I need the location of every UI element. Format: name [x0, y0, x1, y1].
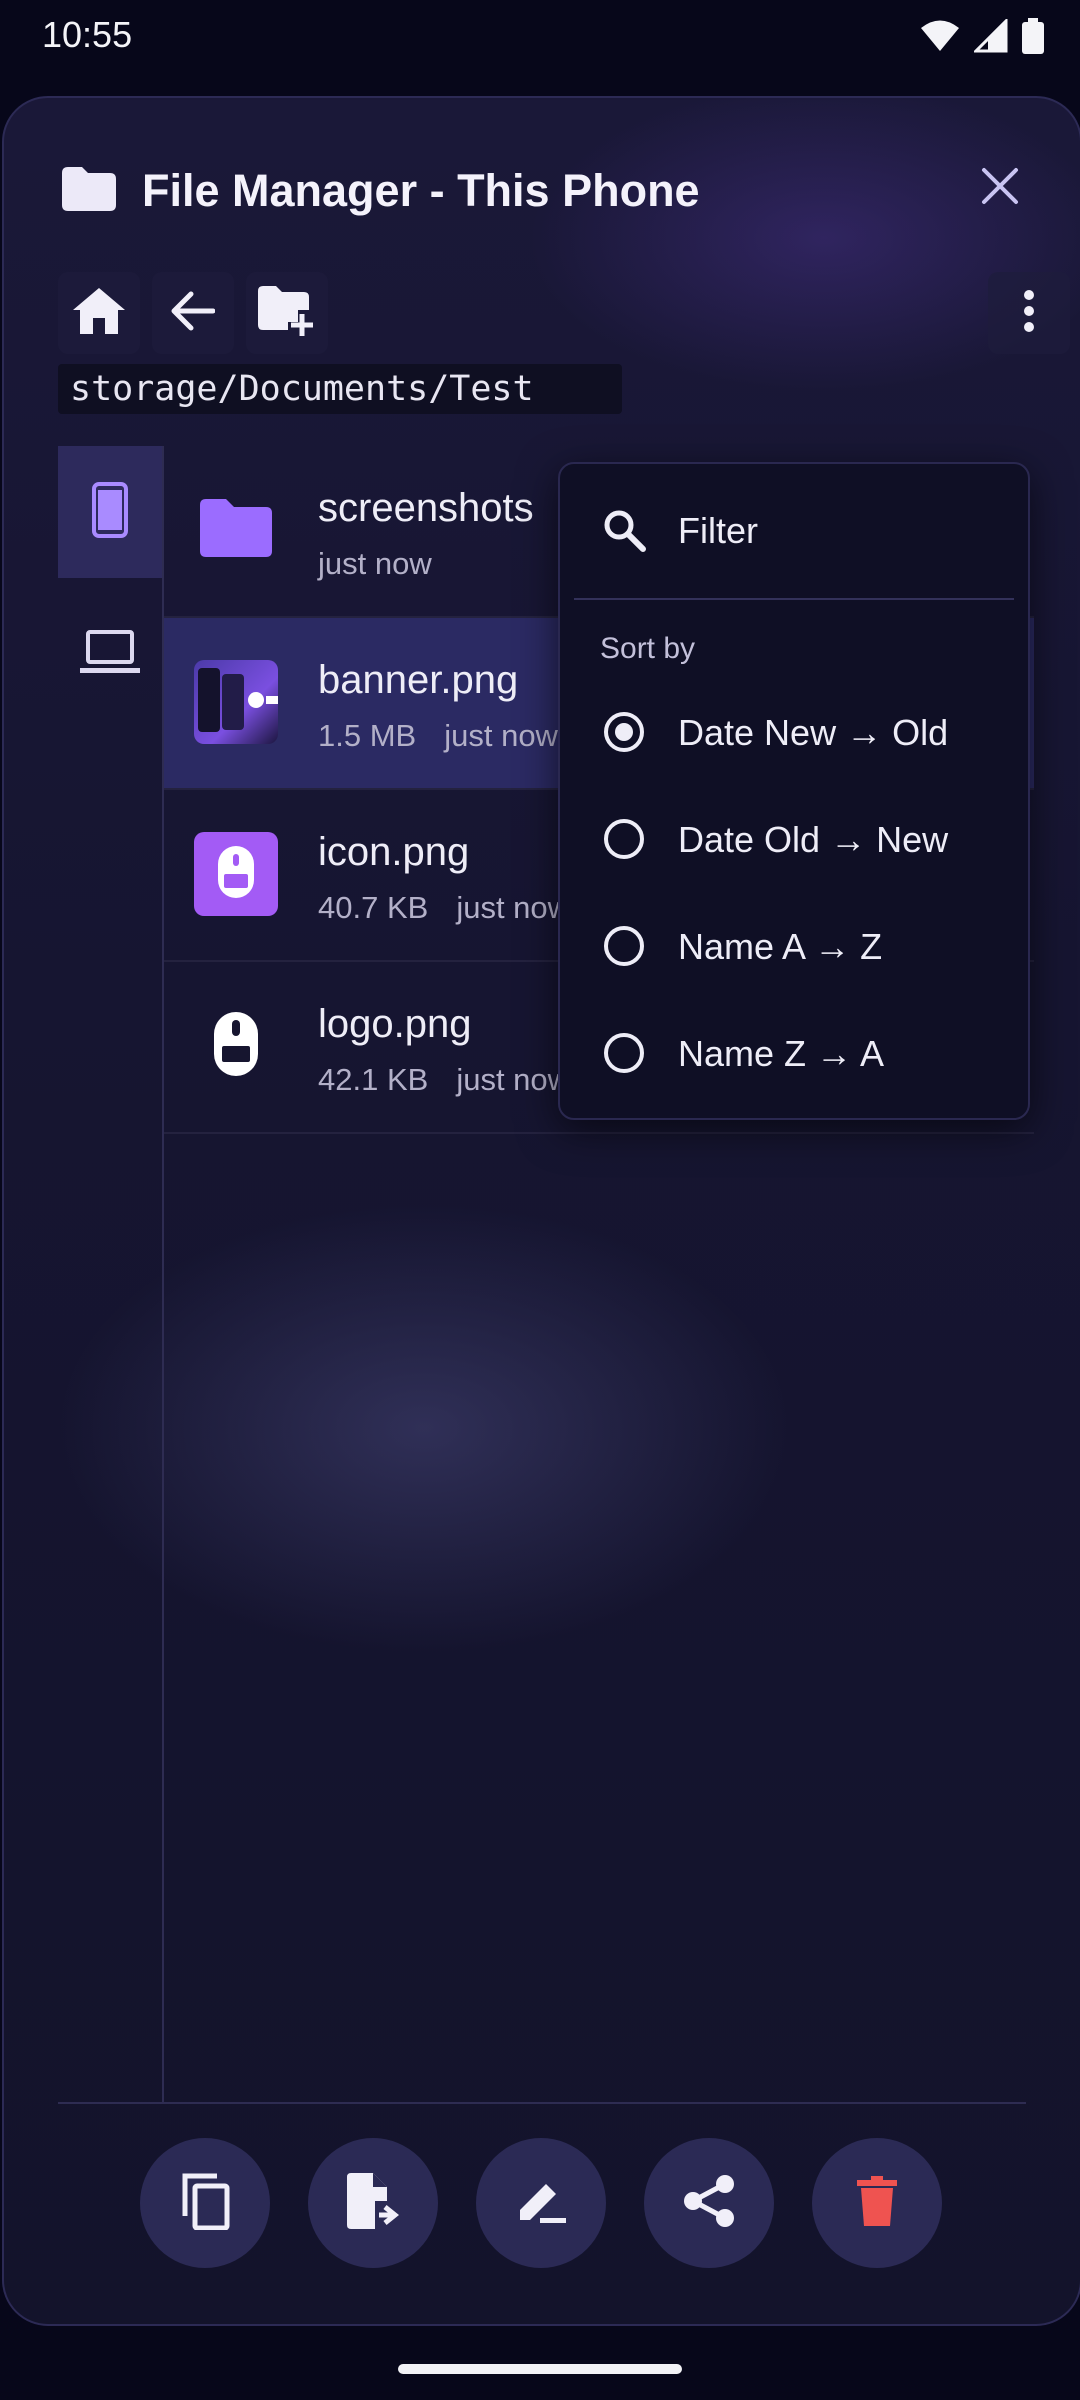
sort-filter-menu: Filter Sort by Date New → Old Date Old →… — [558, 462, 1030, 1120]
action-bar — [140, 2138, 944, 2268]
move-button[interactable] — [308, 2138, 438, 2268]
window-title: File Manager - This Phone — [142, 165, 700, 216]
sort-option-date-new-old[interactable]: Date New → Old — [560, 682, 1028, 782]
more-vert-icon — [1023, 289, 1035, 338]
rename-icon — [516, 2178, 566, 2229]
wifi-icon — [920, 19, 960, 58]
file-manager-window: File Manager - This Phone storage/Docume… — [2, 96, 1080, 2326]
storage-rail — [58, 446, 164, 2102]
sort-option-label: Date New → Old — [678, 712, 949, 753]
battery-icon — [1022, 18, 1044, 59]
filter-label: Filter — [678, 510, 758, 551]
status-bar: 10:55 — [0, 0, 1080, 72]
file-size: 42.1 KB — [318, 1062, 429, 1097]
sort-option-name-a-z[interactable]: Name A → Z — [560, 896, 1028, 996]
file-time: just now — [456, 890, 571, 925]
file-meta: 40.7 KB just now — [318, 890, 570, 926]
file-meta: 42.1 KB just now — [318, 1062, 570, 1098]
file-size: 1.5 MB — [318, 718, 417, 753]
rename-button[interactable] — [476, 2138, 606, 2268]
file-time: just now — [318, 546, 432, 581]
phone-icon — [92, 481, 128, 543]
title-row: File Manager - This Phone — [62, 156, 700, 226]
file-time: just now — [444, 718, 558, 753]
laptop-icon — [80, 629, 140, 679]
back-arrow-icon — [171, 291, 216, 336]
copy-button[interactable] — [140, 2138, 270, 2268]
file-meta: 1.5 MB just now — [318, 718, 558, 754]
file-name: icon.png — [318, 830, 470, 874]
status-time: 10:55 — [42, 14, 133, 55]
radio-button[interactable] — [604, 819, 644, 859]
cell-signal-icon — [972, 17, 1008, 58]
status-icons — [920, 17, 1044, 59]
image-thumbnail-icon — [194, 660, 278, 744]
rail-item-phone[interactable] — [58, 446, 162, 578]
home-icon — [73, 287, 125, 339]
file-time: just now — [456, 1062, 571, 1097]
sort-option-label: Date Old → New — [678, 819, 949, 860]
share-icon — [683, 2174, 735, 2233]
home-button[interactable] — [58, 272, 140, 354]
file-thumbnail — [194, 488, 278, 572]
radio-button[interactable] — [604, 1033, 644, 1073]
bottom-divider — [58, 2102, 1026, 2104]
sort-option-label: Name Z → A — [678, 1033, 885, 1074]
sort-option-label: Name A → Z — [678, 926, 883, 967]
file-name: logo.png — [318, 1002, 472, 1046]
delete-icon — [857, 2175, 897, 2231]
mouse-keyboard-icon — [216, 844, 256, 905]
copy-icon — [179, 2172, 231, 2235]
share-button[interactable] — [644, 2138, 774, 2268]
rail-item-laptop[interactable] — [58, 588, 162, 720]
sort-option-name-z-a[interactable]: Name Z → A — [560, 1003, 1028, 1103]
back-button[interactable] — [152, 272, 234, 354]
file-thumbnail — [194, 1004, 278, 1088]
delete-button[interactable] — [812, 2138, 942, 2268]
file-size: 40.7 KB — [318, 890, 429, 925]
file-meta: just now — [318, 546, 432, 582]
folder-icon — [62, 166, 116, 216]
file-name: screenshots — [318, 486, 534, 530]
radio-button[interactable] — [604, 926, 644, 966]
close-button[interactable] — [970, 158, 1030, 218]
new-folder-icon — [258, 285, 316, 341]
file-thumbnail — [194, 832, 278, 916]
new-folder-button[interactable] — [246, 272, 328, 354]
mouse-keyboard-icon — [212, 1010, 260, 1083]
file-thumbnail — [194, 660, 278, 744]
folder-icon — [200, 498, 272, 562]
sort-heading: Sort by — [600, 632, 696, 665]
path-breadcrumb: storage/Documents/Test — [58, 364, 622, 414]
home-indicator[interactable] — [398, 2364, 682, 2374]
more-options-button[interactable] — [988, 272, 1070, 354]
radio-button[interactable] — [604, 712, 644, 752]
move-file-icon — [347, 2172, 400, 2234]
close-icon — [980, 166, 1020, 211]
file-name: banner.png — [318, 658, 519, 702]
filter-menu-item[interactable]: Filter — [560, 464, 1028, 596]
search-icon — [602, 508, 646, 557]
sort-option-date-old-new[interactable]: Date Old → New — [560, 789, 1028, 889]
menu-divider — [574, 598, 1014, 600]
